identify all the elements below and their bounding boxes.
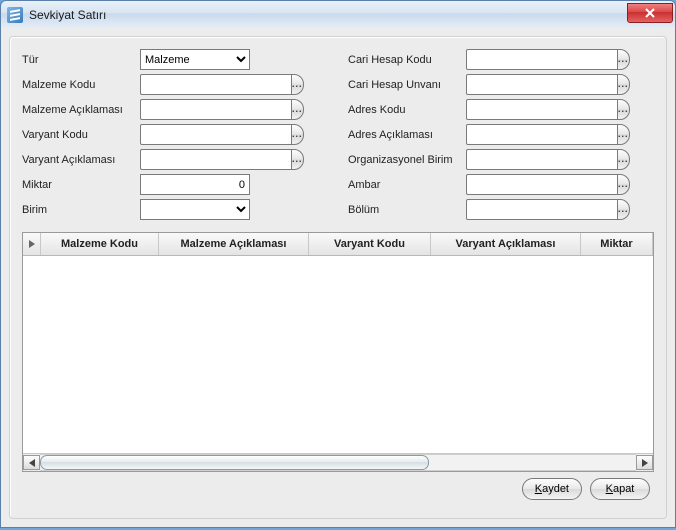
- birim-label: Birim: [22, 204, 140, 216]
- adres-aciklamasi-input[interactable]: [466, 124, 617, 145]
- bolum-input[interactable]: [466, 199, 617, 220]
- cari-hesap-kodu-input[interactable]: [466, 49, 617, 70]
- titlebar[interactable]: Sevkiyat Satırı: [0, 0, 676, 28]
- chevron-right-icon: [642, 459, 648, 467]
- ellipsis-icon: ...: [618, 180, 629, 189]
- miktar-label: Miktar: [22, 179, 140, 191]
- varyant-aciklamasi-lookup-button[interactable]: ...: [291, 149, 304, 170]
- dialog-footer: Kaydet Kapat: [22, 472, 654, 506]
- col-malzeme-aciklamasi[interactable]: Malzeme Açıklaması: [159, 233, 309, 255]
- malzeme-aciklamasi-lookup-button[interactable]: ...: [291, 99, 304, 120]
- tur-select[interactable]: Malzeme: [140, 49, 250, 70]
- grid-row-selector-header[interactable]: [23, 233, 41, 255]
- organizasyonel-birim-label: Organizasyonel Birim: [348, 154, 466, 166]
- varyant-kodu-lookup-button[interactable]: ...: [291, 124, 304, 145]
- cari-hesap-kodu-lookup-button[interactable]: ...: [617, 49, 630, 70]
- grid-header: Malzeme Kodu Malzeme Açıklaması Varyant …: [23, 233, 653, 256]
- malzeme-kodu-label: Malzeme Kodu: [22, 79, 140, 91]
- adres-aciklamasi-label: Adres Açıklaması: [348, 129, 466, 141]
- adres-aciklamasi-lookup-button[interactable]: ...: [617, 124, 630, 145]
- organizasyonel-birim-lookup-button[interactable]: ...: [617, 149, 630, 170]
- organizasyonel-birim-input[interactable]: [466, 149, 617, 170]
- birim-select[interactable]: [140, 199, 250, 220]
- chevron-right-icon: [29, 240, 35, 248]
- cari-hesap-kodu-label: Cari Hesap Kodu: [348, 54, 466, 66]
- varyant-aciklamasi-label: Varyant Açıklaması: [22, 154, 140, 166]
- adres-kodu-label: Adres Kodu: [348, 104, 466, 116]
- bolum-label: Bölüm: [348, 204, 466, 216]
- cari-hesap-unvani-input[interactable]: [466, 74, 617, 95]
- ambar-input[interactable]: [466, 174, 617, 195]
- ambar-lookup-button[interactable]: ...: [617, 174, 630, 195]
- scroll-track[interactable]: [40, 454, 636, 471]
- col-malzeme-kodu[interactable]: Malzeme Kodu: [41, 233, 159, 255]
- adres-kodu-lookup-button[interactable]: ...: [617, 99, 630, 120]
- grid-body[interactable]: [23, 256, 653, 453]
- kapat-button[interactable]: Kapat: [590, 478, 650, 500]
- ellipsis-icon: ...: [618, 130, 629, 139]
- ellipsis-icon: ...: [618, 80, 629, 89]
- form-left-column: Tür Malzeme Malzeme Kodu: [22, 47, 328, 222]
- adres-kodu-input[interactable]: [466, 99, 617, 120]
- scroll-right-button[interactable]: [636, 455, 653, 470]
- malzeme-kodu-lookup-button[interactable]: ...: [291, 74, 304, 95]
- grid-horizontal-scrollbar[interactable]: [23, 453, 653, 471]
- app-icon: [7, 7, 23, 23]
- kaydet-button[interactable]: Kaydet: [522, 478, 582, 500]
- close-icon: [644, 7, 656, 19]
- malzeme-aciklamasi-input[interactable]: [140, 99, 291, 120]
- ellipsis-icon: ...: [292, 105, 303, 114]
- varyant-kodu-label: Varyant Kodu: [22, 129, 140, 141]
- content-panel: Tür Malzeme Malzeme Kodu: [9, 36, 667, 519]
- ellipsis-icon: ...: [618, 55, 629, 64]
- scroll-left-button[interactable]: [23, 455, 40, 470]
- ellipsis-icon: ...: [292, 130, 303, 139]
- scroll-thumb[interactable]: [40, 455, 429, 470]
- col-varyant-kodu[interactable]: Varyant Kodu: [309, 233, 431, 255]
- varyant-aciklamasi-input[interactable]: [140, 149, 291, 170]
- window-title: Sevkiyat Satırı: [29, 8, 627, 22]
- chevron-left-icon: [29, 459, 35, 467]
- miktar-input[interactable]: [140, 174, 250, 195]
- col-miktar[interactable]: Miktar: [581, 233, 653, 255]
- dialog-window: Sevkiyat Satırı Tür Malzeme: [0, 0, 676, 530]
- form-area: Tür Malzeme Malzeme Kodu: [22, 47, 654, 222]
- tur-label: Tür: [22, 54, 140, 66]
- col-varyant-aciklamasi[interactable]: Varyant Açıklaması: [431, 233, 581, 255]
- client-area: Tür Malzeme Malzeme Kodu: [0, 28, 676, 528]
- cari-hesap-unvani-lookup-button[interactable]: ...: [617, 74, 630, 95]
- form-right-column: Cari Hesap Kodu ... Cari Hesap Unvanı: [348, 47, 654, 222]
- ellipsis-icon: ...: [292, 80, 303, 89]
- ellipsis-icon: ...: [618, 105, 629, 114]
- malzeme-aciklamasi-label: Malzeme Açıklaması: [22, 104, 140, 116]
- ambar-label: Ambar: [348, 179, 466, 191]
- close-button[interactable]: [627, 3, 673, 23]
- ellipsis-icon: ...: [618, 205, 629, 214]
- detail-grid[interactable]: Malzeme Kodu Malzeme Açıklaması Varyant …: [22, 232, 654, 472]
- ellipsis-icon: ...: [618, 155, 629, 164]
- varyant-kodu-input[interactable]: [140, 124, 291, 145]
- ellipsis-icon: ...: [292, 155, 303, 164]
- malzeme-kodu-input[interactable]: [140, 74, 291, 95]
- bolum-lookup-button[interactable]: ...: [617, 199, 630, 220]
- cari-hesap-unvani-label: Cari Hesap Unvanı: [348, 79, 466, 91]
